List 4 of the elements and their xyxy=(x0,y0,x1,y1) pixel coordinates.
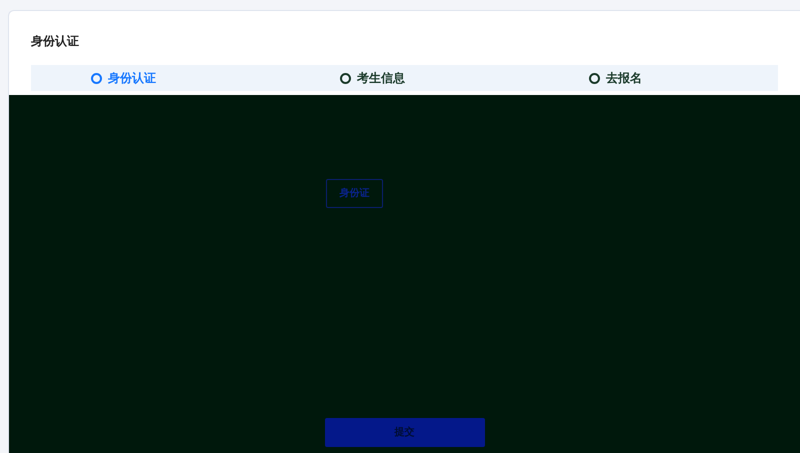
step-tab[interactable]: 考生信息 xyxy=(340,69,405,87)
page-title: 身份认证 xyxy=(31,34,79,48)
step-tab[interactable]: 身份认证 xyxy=(91,69,156,87)
step-tab[interactable]: 去报名 xyxy=(589,69,642,87)
